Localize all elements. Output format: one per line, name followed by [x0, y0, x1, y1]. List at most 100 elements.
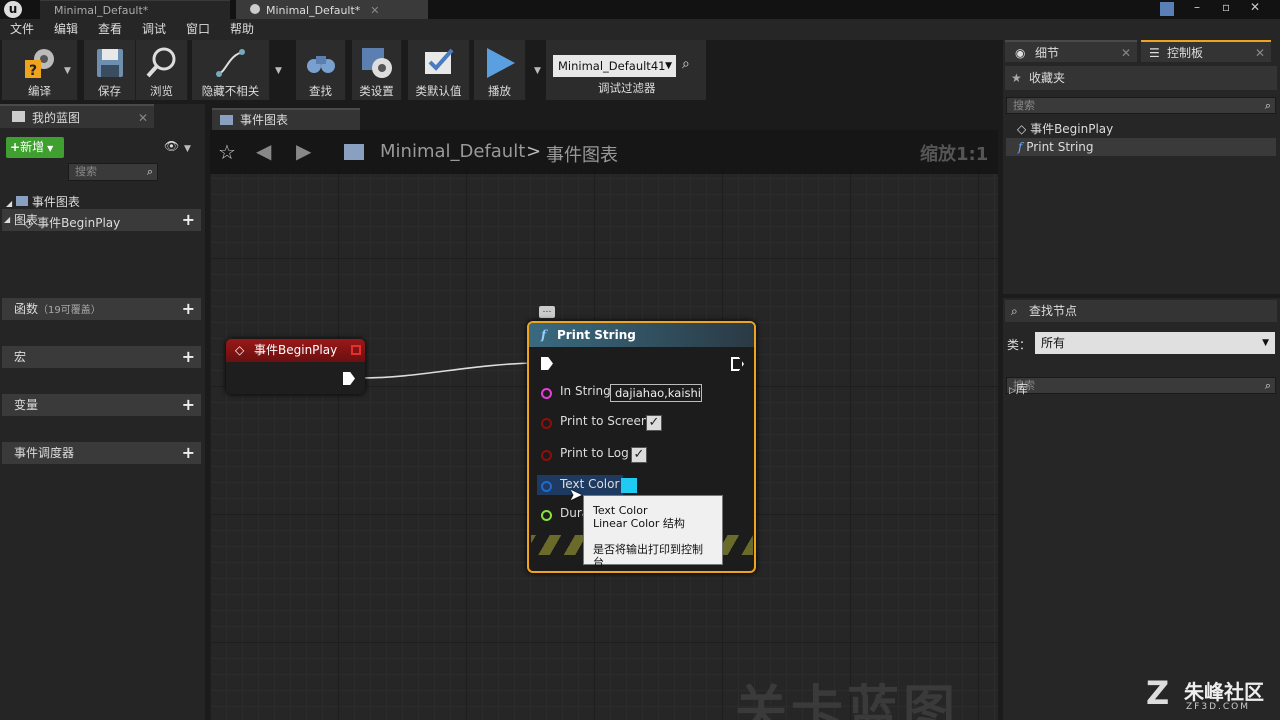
play-button[interactable]: 播放 [474, 40, 526, 100]
tab-palette[interactable]: ☰ 控制板 ✕ [1141, 40, 1271, 62]
watermark: 关卡蓝图 [735, 681, 960, 720]
section-functions[interactable]: 函数（19可覆盖） + [2, 298, 201, 320]
right-panel: ◉ 细节 ✕ ☰ 控制板 ✕ ★ 收藏夹 搜索 ⌕ ◇ 事件BeginPlay f… [1003, 40, 1280, 720]
save-button[interactable]: 保存 [84, 40, 136, 100]
category-dropdown[interactable]: 所有 ▼ [1035, 332, 1275, 354]
in-string-label: In String [560, 384, 611, 398]
event-beginplay-node[interactable]: ◇ 事件BeginPlay [226, 339, 365, 394]
browse-button[interactable]: 浏览 [136, 40, 188, 100]
toolbar: ? 编译 ▼ 保存 浏览 隐藏不相关 ▼ 查找 类设置 类默认值 播放 ▼ Mi… [0, 40, 1000, 102]
window-tab-2[interactable]: Minimal_Default* ✕ [236, 0, 428, 19]
checklist-icon [424, 48, 453, 74]
library-tree-item[interactable]: ▷库 [1009, 380, 1028, 397]
chevron-down-icon: ▼ [665, 61, 672, 71]
view-options-icon[interactable]: ▼ [184, 144, 191, 154]
graph-tab[interactable]: 事件图表 [212, 108, 360, 130]
add-dispatcher-icon[interactable]: + [182, 442, 195, 464]
comment-bubble-icon[interactable]: … [539, 306, 555, 318]
close-icon[interactable]: ✕ [1250, 0, 1260, 14]
search-icon[interactable]: ⌕ [1265, 378, 1271, 393]
exec-in-pin[interactable] [541, 357, 553, 370]
unreal-logo-icon[interactable]: u [4, 1, 22, 18]
forward-arrow-icon[interactable]: ▶ [296, 139, 311, 163]
debug-filter-dropdown[interactable]: Minimal_Default41 ▼ [553, 55, 676, 77]
minimize-icon[interactable]: – [1194, 0, 1200, 14]
breadcrumb-root[interactable]: Minimal_Default [380, 141, 525, 162]
compile-options-icon[interactable]: ▼ [64, 66, 71, 76]
print-to-log-pin[interactable] [541, 450, 552, 461]
close-tab-icon[interactable]: ✕ [1255, 42, 1265, 64]
section-variables[interactable]: 变量 + [2, 394, 201, 416]
menu-view[interactable]: 查看 [98, 19, 122, 40]
tree-item-event-beginplay[interactable]: ◇ 事件BeginPlay [24, 214, 120, 231]
window-tab-1[interactable]: Minimal_Default* [40, 0, 230, 19]
play-options-icon[interactable]: ▼ [534, 66, 541, 76]
menu-window[interactable]: 窗口 [186, 19, 210, 40]
add-graph-icon[interactable]: + [182, 209, 195, 231]
blueprint-tab-icon [12, 111, 25, 122]
debug-filter-label: 调试过滤器 [598, 81, 656, 95]
debug-filter-search-icon[interactable]: ⌕ [682, 56, 690, 72]
in-string-input[interactable]: dajiahao,kaishi [610, 384, 702, 402]
close-tab-icon[interactable]: ✕ [370, 4, 379, 17]
text-color-pin[interactable] [541, 481, 552, 492]
section-event-dispatchers[interactable]: 事件调度器 + [2, 442, 201, 464]
search-icon[interactable]: ⌕ [147, 164, 153, 179]
section-macros[interactable]: 宏 + [2, 346, 201, 368]
panel-divider[interactable] [1003, 294, 1280, 298]
binoculars-icon [306, 56, 335, 73]
find-button[interactable]: 查找 [296, 40, 346, 100]
maximize-icon[interactable]: ▫ [1222, 0, 1230, 14]
event-node-header: ◇ 事件BeginPlay [226, 339, 365, 362]
fav-item-print-string[interactable]: f Print String [1006, 138, 1276, 156]
node-search-input[interactable]: 搜索 ⌕ [1006, 377, 1276, 394]
print-to-log-checkbox[interactable]: ✓ [631, 447, 647, 463]
star-icon: ★ [1011, 71, 1022, 85]
favorite-star-icon[interactable]: ☆ [218, 140, 236, 164]
in-string-pin[interactable] [541, 388, 552, 399]
source-control-icon[interactable] [1160, 2, 1174, 16]
expand-icon: ▷ [1009, 386, 1016, 396]
favorites-header[interactable]: ★ 收藏夹 [1005, 66, 1277, 90]
eye-icon[interactable]: 👁 [164, 139, 179, 153]
tab-icon [250, 4, 260, 14]
text-color-swatch[interactable] [621, 478, 637, 493]
graph-header: ☆ ◀ ▶ Minimal_Default > 事件图表 缩放1:1 [210, 130, 998, 174]
search-icon[interactable]: ⌕ [1265, 98, 1271, 113]
tab-details[interactable]: ◉ 细节 ✕ [1005, 40, 1137, 62]
find-node-header[interactable]: ⌕ 查找节点 [1005, 300, 1277, 322]
close-tab-icon[interactable]: ✕ [1121, 42, 1131, 64]
menu-debug[interactable]: 调试 [142, 19, 166, 40]
hide-unrelated-options-icon[interactable]: ▼ [275, 66, 282, 76]
add-variable-icon[interactable]: + [182, 394, 195, 416]
menu-file[interactable]: 文件 [10, 19, 34, 40]
category-label: 类： [1007, 338, 1032, 352]
search-icon: ⌕ [1011, 304, 1018, 318]
exec-out-pin[interactable] [731, 357, 744, 371]
print-to-screen-pin[interactable] [541, 418, 552, 429]
menu-edit[interactable]: 编辑 [54, 19, 78, 40]
palette-icon: ☰ [1149, 46, 1160, 60]
print-to-screen-label: Print to Screen [560, 414, 649, 428]
blueprint-search-input[interactable]: 搜索 ⌕ [68, 163, 158, 181]
exec-out-pin[interactable] [343, 372, 355, 385]
menu-help[interactable]: 帮助 [230, 19, 254, 40]
class-defaults-button[interactable]: 类默认值 [408, 40, 470, 100]
tab-my-blueprint[interactable]: 我的蓝图 ✕ [0, 104, 154, 128]
delegate-pin-icon[interactable] [351, 345, 361, 355]
collapse-icon: ◢ [4, 215, 11, 224]
add-macro-icon[interactable]: + [182, 346, 195, 368]
fav-item-beginplay[interactable]: ◇ 事件BeginPlay [1017, 120, 1113, 137]
print-to-screen-checkbox[interactable]: ✓ [646, 415, 662, 431]
close-tab-icon[interactable]: ✕ [138, 106, 148, 130]
tree-item-event-graph[interactable]: ◢ 事件图表 [6, 193, 80, 210]
hide-unrelated-button[interactable]: 隐藏不相关 [192, 40, 270, 100]
event-icon: ◇ [24, 216, 34, 230]
new-button[interactable]: +新增 ▼ [6, 137, 64, 158]
add-function-icon[interactable]: + [182, 298, 195, 320]
pin-tooltip: Text Color Linear Color 结构 是否将输出打印到控制台 [583, 495, 723, 569]
back-arrow-icon[interactable]: ◀ [256, 139, 271, 163]
duration-pin[interactable] [541, 510, 552, 521]
class-settings-button[interactable]: 类设置 [352, 40, 402, 100]
favorites-search-input[interactable]: 搜索 ⌕ [1006, 97, 1276, 114]
